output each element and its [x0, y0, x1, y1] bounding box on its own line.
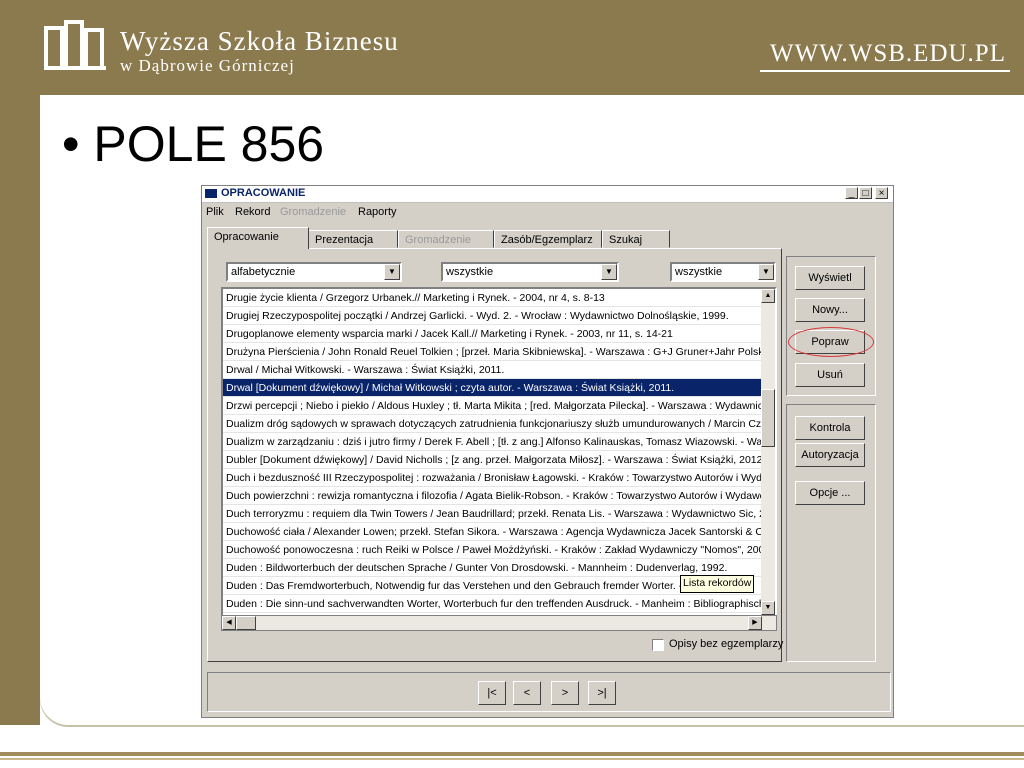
maximize-button[interactable]: □ — [859, 187, 872, 199]
window-titlebar[interactable]: OPRACOWANIE _ □ × — [202, 186, 893, 203]
left-strip — [0, 95, 40, 725]
vertical-scrollbar[interactable]: ▲ ▼ — [761, 289, 775, 615]
check-button[interactable]: Kontrola — [795, 416, 865, 440]
window-title: OPRACOWANIE — [221, 187, 306, 199]
list-item[interactable]: Duch powierzchni : rewizja romantyczna i… — [223, 487, 763, 505]
tab-opracowanie[interactable]: Opracowanie — [207, 227, 309, 249]
list-item[interactable]: Drugoplanowe elementy wsparcia marki / J… — [223, 325, 763, 343]
menu-raporty[interactable]: Raporty — [358, 206, 397, 218]
list-item[interactable]: Dualizm w zarządzaniu : dziś i jutro fir… — [223, 433, 763, 451]
menu-gromadzenie: Gromadzenie — [280, 206, 347, 218]
menu-plik[interactable]: Plik — [206, 206, 224, 218]
scroll-down-icon[interactable]: ▼ — [761, 601, 775, 615]
filter-combo-2[interactable]: wszystkie ▼ — [670, 262, 776, 282]
tab-prezentacja[interactable]: Prezentacja — [308, 230, 398, 248]
url-underline — [760, 70, 1010, 72]
site-url: WWW.WSB.EDU.PL — [770, 40, 1006, 67]
record-list[interactable]: Drugie życie klienta / Grzegorz Urbanek.… — [221, 287, 777, 617]
footer-line — [0, 752, 1024, 756]
list-item[interactable]: Duchowość ciała / Alexander Lowen; przek… — [223, 523, 763, 541]
sort-combo[interactable]: alfabetycznie ▼ — [226, 262, 402, 282]
tab-zasob-egzemplarz[interactable]: Zasób/Egzemplarz — [494, 230, 602, 248]
window-icon — [205, 189, 217, 198]
list-item-selected[interactable]: Drwal [Dokument dźwiękowy] / Michał Witk… — [223, 379, 763, 397]
filter-combo-1[interactable]: wszystkie ▼ — [441, 262, 619, 282]
delete-button[interactable]: Usuń — [795, 363, 865, 387]
new-button[interactable]: Nowy... — [795, 298, 865, 322]
no-copies-label: Opisy bez egzemplarzy — [669, 638, 784, 650]
scroll-left-icon[interactable]: ◀ — [222, 616, 236, 630]
close-button[interactable]: × — [875, 187, 888, 199]
filter-combo-1-value: wszystkie — [446, 266, 494, 278]
list-item[interactable]: Drzwi percepcji ; Niebo i piekło / Aldou… — [223, 397, 763, 415]
options-button[interactable]: Opcje ... — [795, 481, 865, 505]
navigation-panel — [207, 672, 891, 712]
menu-rekord[interactable]: Rekord — [235, 206, 270, 218]
list-item[interactable]: Dubler [Dokument dźwiękowy] / David Nich… — [223, 451, 763, 469]
brand-title: Wyższa Szkoła Biznesu — [120, 26, 399, 56]
brand-subtitle: w Dąbrowie Górniczej — [120, 56, 295, 75]
filter-combo-2-value: wszystkie — [675, 266, 723, 278]
menu-bar: Plik Rekord Gromadzenie Raporty — [202, 204, 893, 222]
list-item[interactable]: Dualizm dróg sądowych w sprawach dotyczą… — [223, 415, 763, 433]
list-item[interactable]: Drużyna Pierścienia / John Ronald Reuel … — [223, 343, 763, 361]
chevron-down-icon[interactable]: ▼ — [758, 264, 774, 280]
app-window: OPRACOWANIE _ □ × Plik Rekord Gromadzeni… — [201, 185, 894, 718]
chevron-down-icon[interactable]: ▼ — [601, 264, 617, 280]
list-item[interactable]: Duch i bezduszność III Rzeczypospolitej … — [223, 469, 763, 487]
tab-szukaj[interactable]: Szukaj — [602, 230, 670, 248]
no-copies-checkbox[interactable] — [652, 639, 664, 651]
tooltip-record-list: Lista rekordów — [680, 575, 755, 593]
list-item[interactable]: Drugie życie klienta / Grzegorz Urbanek.… — [223, 289, 763, 307]
slide-heading: • POLE 856 — [62, 116, 325, 172]
last-record-button[interactable]: >| — [588, 681, 616, 705]
footer-line-thin — [0, 758, 1024, 760]
view-button[interactable]: Wyświetl — [795, 266, 865, 290]
list-item[interactable]: Duden : Die sinn-und sachverwandten Wort… — [223, 595, 763, 613]
wsb-logo-icon — [44, 20, 106, 70]
list-item[interactable]: Drugiej Rzeczypospolitej początki / Andr… — [223, 307, 763, 325]
chevron-down-icon[interactable]: ▼ — [384, 264, 400, 280]
tab-gromadzenie: Gromadzenie — [398, 230, 494, 248]
scroll-right-icon[interactable]: ▶ — [748, 616, 762, 630]
vertical-scroll-thumb[interactable] — [761, 389, 775, 447]
horizontal-scroll-thumb[interactable] — [236, 616, 256, 630]
list-item[interactable]: Duch terroryzmu : requiem dla Twin Tower… — [223, 505, 763, 523]
authorize-button[interactable]: Autoryzacja — [795, 443, 865, 467]
scroll-up-icon[interactable]: ▲ — [761, 289, 775, 303]
highlight-ellipse — [788, 327, 874, 357]
minimize-button[interactable]: _ — [845, 187, 858, 199]
horizontal-scrollbar[interactable]: ◀ ▶ — [221, 615, 777, 631]
next-record-button[interactable]: > — [551, 681, 579, 705]
sort-combo-value: alfabetycznie — [231, 266, 296, 278]
previous-record-button[interactable]: < — [513, 681, 541, 705]
first-record-button[interactable]: |< — [478, 681, 506, 705]
list-item[interactable]: Duchowość ponowoczesna : ruch Reiki w Po… — [223, 541, 763, 559]
list-item[interactable]: Drwal / Michał Witkowski. - Warszawa : Ś… — [223, 361, 763, 379]
